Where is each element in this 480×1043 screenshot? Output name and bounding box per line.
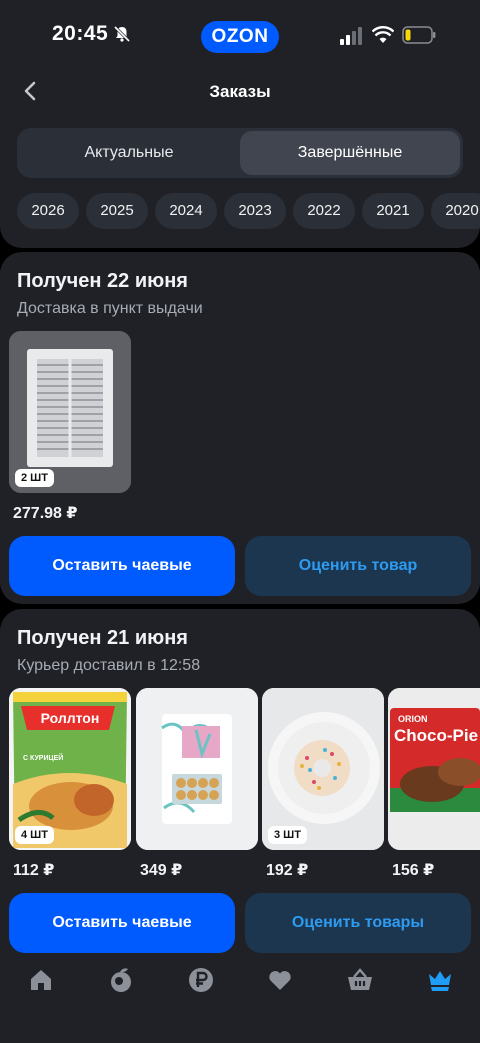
- year-chip-2023[interactable]: 2023: [224, 193, 286, 229]
- item-price: 112 ₽: [13, 862, 55, 879]
- year-chip-2025[interactable]: 2025: [86, 193, 148, 229]
- year-chip-2020[interactable]: 2020: [431, 193, 480, 229]
- order-card[interactable]: Получен 22 июня Доставка в пункт выдачи …: [0, 252, 480, 604]
- orders-segmented-control: Актуальные Завершённые: [17, 128, 463, 178]
- heart-icon[interactable]: [266, 966, 294, 994]
- year-chip-2026[interactable]: 2026: [17, 193, 79, 229]
- choco-pie-image: [388, 688, 480, 850]
- page-title: Заказы: [209, 82, 271, 101]
- leave-tip-button[interactable]: Оставить чаевые: [9, 893, 235, 953]
- product-thumbnail[interactable]: Роллтон С КУРИЦЕЙ 4 ШТ: [9, 688, 131, 850]
- battery-icon: [402, 26, 436, 44]
- order-card[interactable]: Получен 21 июня Курьер доставил в 12:58 …: [0, 609, 480, 954]
- order-title: Получен 22 июня: [17, 270, 188, 292]
- order-subtitle: Доставка в пункт выдачи: [17, 300, 203, 317]
- item-price: 192 ₽: [266, 862, 309, 879]
- year-chip-2024[interactable]: 2024: [155, 193, 217, 229]
- product-brand: Choco-Pie: [394, 726, 479, 745]
- fresh-icon[interactable]: [107, 966, 135, 994]
- wifi-icon: [372, 26, 394, 43]
- crown-icon[interactable]: [426, 966, 454, 994]
- cellular-signal-icon: [340, 27, 362, 45]
- product-thumbnail[interactable]: [136, 688, 258, 850]
- leave-tip-button[interactable]: Оставить чаевые: [9, 536, 235, 596]
- tab-completed[interactable]: Завершённые: [240, 131, 460, 175]
- ozon-logo: OZON: [201, 21, 279, 53]
- item-price: 277.98 ₽: [13, 505, 78, 522]
- order-title: Получен 21 июня: [17, 627, 188, 649]
- bell-muted-icon: [113, 25, 131, 43]
- product-thumbnail[interactable]: ORION Choco-Pie: [388, 688, 480, 850]
- product-brand: Роллтон: [40, 710, 100, 726]
- home-icon[interactable]: [27, 966, 55, 994]
- product-thumbnail[interactable]: 2 ШТ: [9, 331, 131, 493]
- rate-products-button[interactable]: Оценить товары: [245, 893, 471, 953]
- year-chip-2022[interactable]: 2022: [293, 193, 355, 229]
- ruble-icon[interactable]: [187, 966, 215, 994]
- snack-box-image: [136, 688, 258, 850]
- status-bar: 20:45 OZON: [0, 0, 480, 70]
- product-caption: С КУРИЦЕЙ: [23, 755, 64, 762]
- bottom-navigation: [0, 954, 480, 1043]
- rate-product-button[interactable]: Оценить товар: [245, 536, 471, 596]
- item-price: 156 ₽: [392, 862, 435, 879]
- product-thumbnail[interactable]: 3 ШТ: [262, 688, 384, 850]
- quantity-badge: 4 ШТ: [15, 826, 54, 844]
- tab-current[interactable]: Актуальные: [20, 131, 238, 175]
- quantity-badge: 2 ШТ: [15, 469, 54, 487]
- quantity-badge: 3 ШТ: [268, 826, 307, 844]
- item-price: 349 ₽: [140, 862, 183, 879]
- year-chip-2021[interactable]: 2021: [362, 193, 424, 229]
- status-time: 20:45: [52, 22, 109, 45]
- basket-icon[interactable]: [346, 966, 374, 994]
- product-brand-top: ORION: [398, 714, 428, 724]
- year-filter: 2026 2025 2024 2023 2022 2021 2020: [17, 193, 480, 229]
- order-subtitle: Курьер доставил в 12:58: [17, 657, 201, 674]
